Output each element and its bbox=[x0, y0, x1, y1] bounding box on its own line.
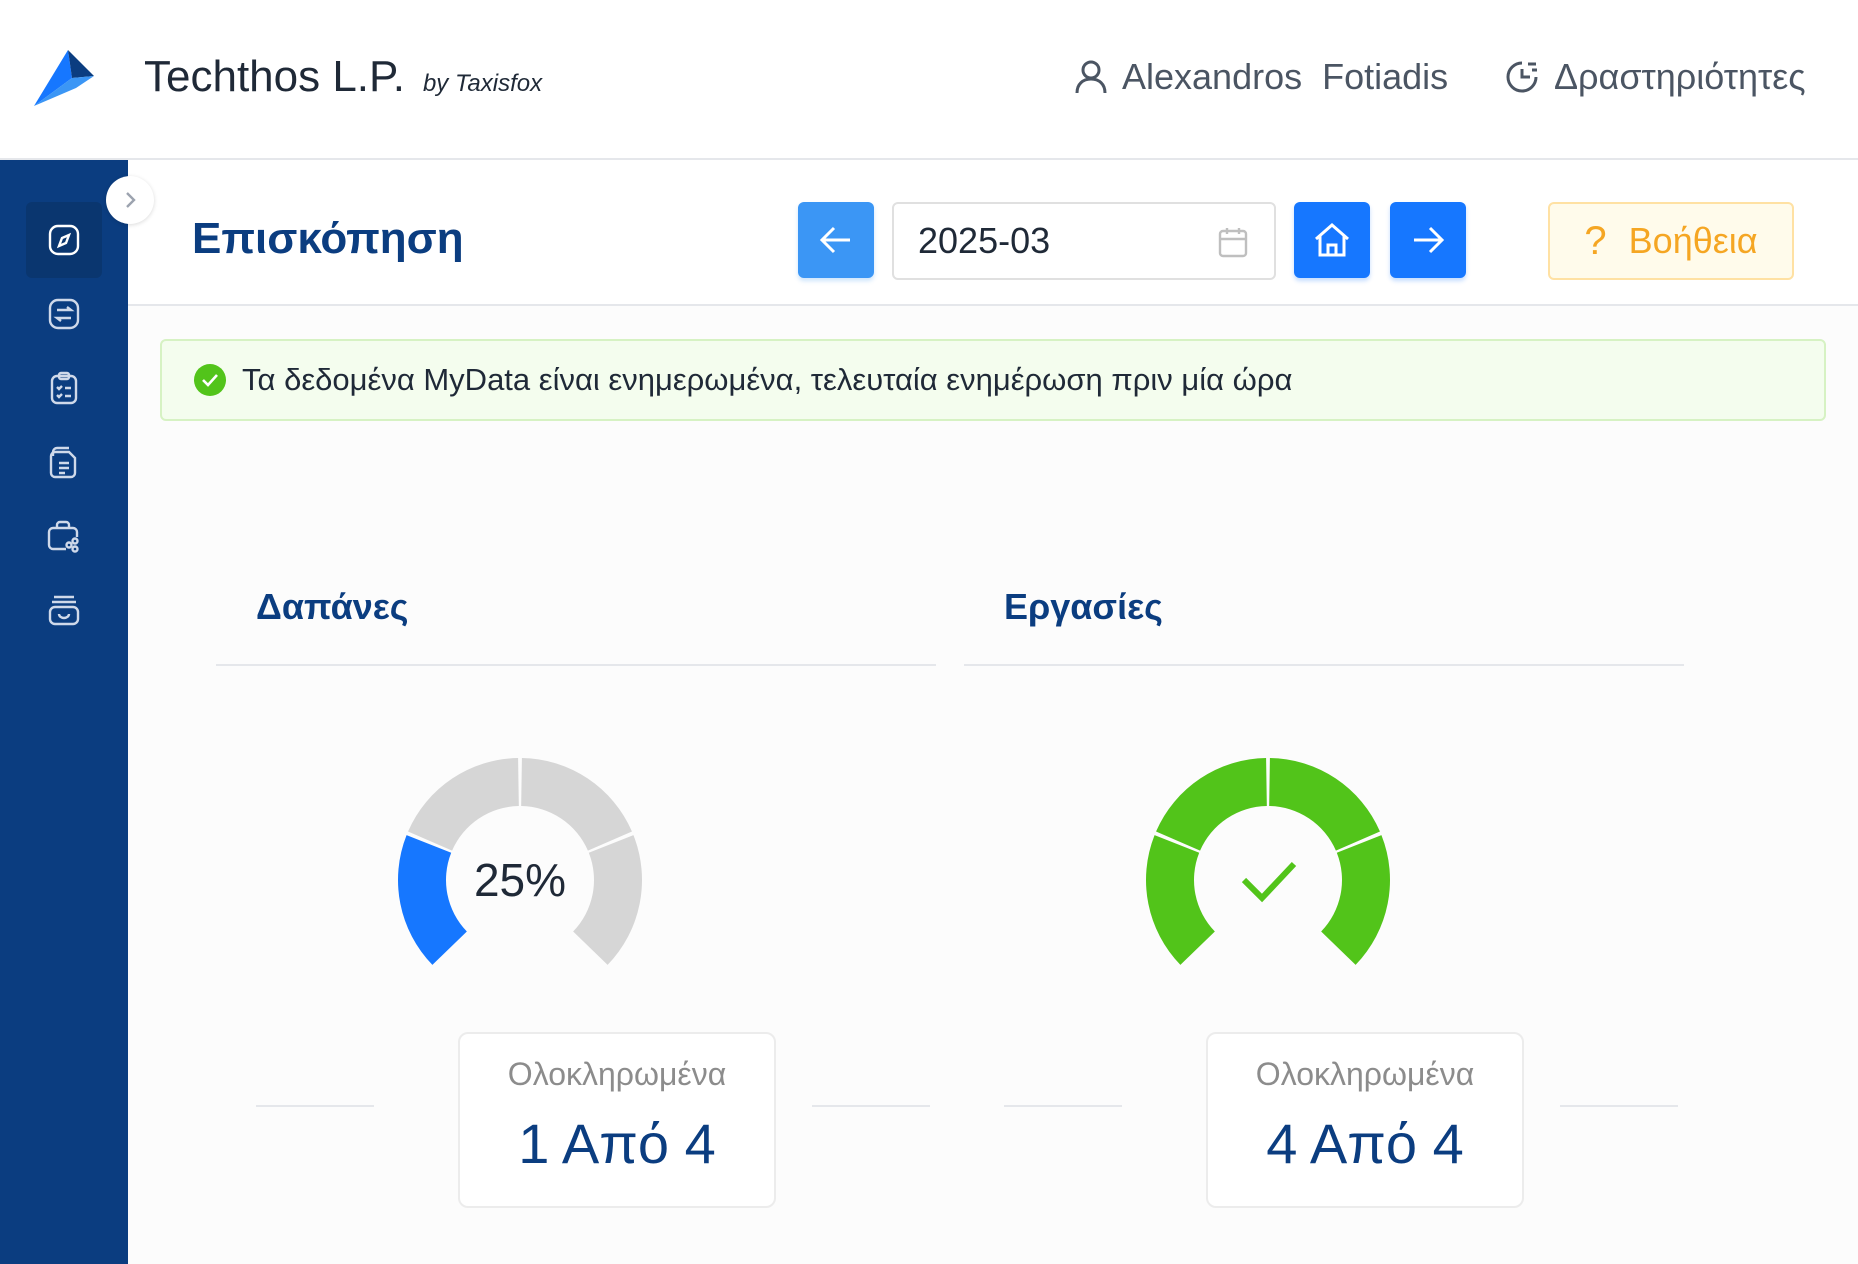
documents-icon bbox=[49, 446, 77, 479]
user-menu[interactable]: Alexandros Fotiadis bbox=[1074, 56, 1448, 98]
sidebar bbox=[0, 160, 128, 1264]
expenses-title: Δαπάνες bbox=[256, 586, 409, 627]
gauge-segment-complete bbox=[1156, 758, 1267, 851]
question-icon: ? bbox=[1584, 218, 1607, 263]
gauge-segment-pending bbox=[521, 758, 632, 851]
clipboard-checklist-icon bbox=[50, 371, 78, 405]
brand-title: Techthos L.P. by Taxisfox bbox=[144, 52, 542, 102]
archive-box-icon bbox=[48, 595, 80, 626]
gauge-segment-pending bbox=[408, 758, 519, 851]
tasks-title: Εργασίες bbox=[1004, 586, 1163, 627]
activities-label: Δραστηριότητες bbox=[1554, 56, 1806, 97]
transactions-icon bbox=[48, 298, 80, 330]
page-title: Επισκόπηση bbox=[192, 214, 464, 263]
sidebar-item-documents[interactable] bbox=[26, 424, 102, 500]
expenses-status-box: Ολοκληρωμένα 1 Από 4 bbox=[458, 1032, 776, 1208]
divider-line bbox=[812, 1105, 930, 1107]
current-period-button[interactable] bbox=[1294, 202, 1370, 278]
check-circle-icon bbox=[194, 364, 226, 396]
taxisfox-logo[interactable] bbox=[32, 48, 94, 108]
arrow-right-icon bbox=[1414, 226, 1445, 254]
expenses-progress-gauge: 25% bbox=[398, 758, 642, 965]
company-name: Techthos L.P. bbox=[144, 52, 405, 101]
divider-line bbox=[256, 1105, 374, 1107]
tasks-divider bbox=[964, 664, 1684, 666]
mydata-status-alert: Τα δεδομένα MyData είναι ενημερωμένα, τε… bbox=[160, 339, 1826, 421]
sidebar-item-business[interactable] bbox=[26, 498, 102, 574]
period-picker[interactable]: 2025-03 bbox=[892, 202, 1276, 280]
page-toolbar: Επισκόπηση 2025-03 ? Βοήθεια bbox=[128, 160, 1858, 306]
gauge-segment-complete bbox=[1321, 835, 1390, 965]
arrow-left-icon bbox=[819, 226, 850, 254]
expenses-status-label: Ολοκληρωμένα bbox=[507, 1056, 727, 1092]
tasks-status-value: 4 Από 4 bbox=[1266, 1112, 1464, 1175]
history-icon bbox=[1506, 61, 1538, 93]
check-icon bbox=[1241, 861, 1297, 903]
top-bar: Techthos L.P. by Taxisfox Alexandros Fot… bbox=[0, 0, 1858, 160]
tasks-status-label: Ολοκληρωμένα bbox=[1255, 1056, 1475, 1092]
help-button[interactable]: ? Βοήθεια bbox=[1548, 202, 1794, 280]
brand-byline: by Taxisfox bbox=[422, 70, 543, 97]
gauge-percentage-label: 25% bbox=[474, 854, 566, 906]
gauge-segment-complete bbox=[398, 835, 467, 965]
gauge-segment-complete bbox=[1146, 835, 1215, 965]
sidebar-item-archive[interactable] bbox=[26, 572, 102, 648]
home-icon bbox=[1315, 223, 1349, 257]
alert-message: Τα δεδομένα MyData είναι ενημερωμένα, τε… bbox=[242, 362, 1293, 397]
main-content: Επισκόπηση 2025-03 ? Βοήθεια Τα δεδομένα… bbox=[128, 160, 1858, 1264]
expenses-divider bbox=[216, 664, 936, 666]
sidebar-item-tasks[interactable] bbox=[26, 350, 102, 426]
activities-link[interactable]: Δραστηριότητες bbox=[1504, 56, 1806, 98]
calendar-icon bbox=[1218, 228, 1248, 258]
sidebar-item-overview[interactable] bbox=[26, 202, 102, 278]
tasks-progress-gauge bbox=[1146, 758, 1390, 965]
help-label: Βοήθεια bbox=[1628, 220, 1758, 261]
sidebar-item-transactions[interactable] bbox=[26, 276, 102, 352]
user-icon bbox=[1075, 60, 1107, 94]
expenses-status-value: 1 Από 4 bbox=[518, 1112, 716, 1175]
chevron-right-icon bbox=[126, 192, 136, 208]
user-name: Alexandros Fotiadis bbox=[1122, 56, 1449, 97]
sidebar-toggle-button[interactable] bbox=[106, 176, 154, 224]
compass-icon bbox=[48, 224, 80, 256]
gauge-segment-pending bbox=[573, 835, 642, 965]
briefcase-share-icon bbox=[47, 520, 79, 553]
tasks-status-box: Ολοκληρωμένα 4 Από 4 bbox=[1206, 1032, 1524, 1208]
next-period-button[interactable] bbox=[1390, 202, 1466, 278]
gauge-segment-complete bbox=[1269, 758, 1380, 851]
divider-line bbox=[1004, 1105, 1122, 1107]
previous-period-button[interactable] bbox=[798, 202, 874, 278]
period-value: 2025-03 bbox=[918, 220, 1051, 261]
divider-line bbox=[1560, 1105, 1678, 1107]
